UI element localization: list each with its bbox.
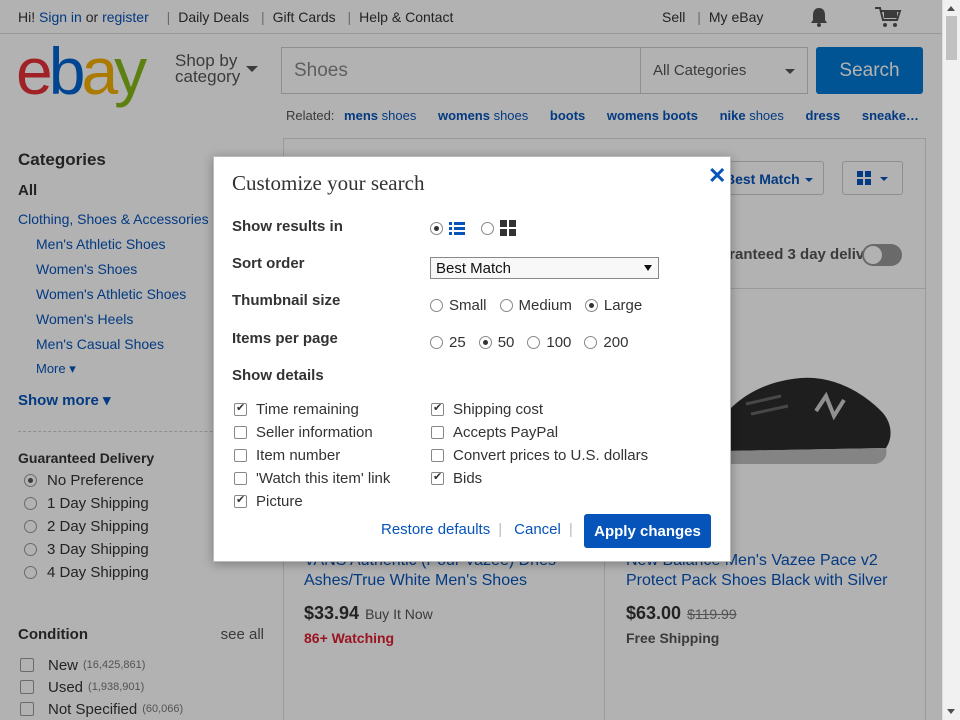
detail-option[interactable]: Item number [234, 447, 340, 464]
sort-order-label: Sort order [232, 255, 305, 272]
thumbnail-size-label: Thumbnail size [232, 292, 341, 309]
thumbnail-small-radio[interactable] [430, 299, 443, 312]
checkbox[interactable] [234, 426, 247, 439]
grid-view-icon [500, 220, 517, 237]
dialog-title: Customize your search [232, 171, 425, 195]
show-results-label: Show results in [232, 218, 343, 235]
show-details-label: Show details [232, 367, 324, 384]
per-page-50-radio[interactable] [478, 336, 492, 349]
sort-order-select[interactable]: Best Match [430, 257, 659, 279]
checkbox[interactable] [234, 472, 247, 485]
detail-option[interactable]: Picture [234, 493, 303, 510]
cancel-link[interactable]: Cancel [514, 521, 561, 538]
scroll-up-icon[interactable] [947, 6, 955, 11]
detail-option[interactable]: Time remaining [234, 401, 359, 418]
page-scrollbar[interactable] [942, 0, 960, 720]
checkbox[interactable] [234, 493, 247, 508]
restore-defaults-link[interactable]: Restore defaults [381, 521, 490, 538]
apply-changes-button[interactable]: Apply changes [584, 514, 711, 548]
thumbnail-medium-radio[interactable] [499, 299, 513, 312]
detail-option[interactable]: Bids [431, 470, 482, 487]
checkbox[interactable] [431, 426, 444, 439]
items-per-page-label: Items per page [232, 330, 338, 347]
grid-view-radio[interactable] [481, 222, 494, 235]
divider: | [498, 521, 503, 538]
checkbox[interactable] [431, 470, 444, 485]
scrollbar-thumb[interactable] [946, 16, 957, 60]
scroll-down-icon[interactable] [947, 709, 955, 714]
detail-option[interactable]: Seller information [234, 424, 373, 441]
detail-option[interactable]: 'Watch this item' link [234, 470, 390, 487]
detail-option[interactable]: Accepts PayPal [431, 424, 558, 441]
checkbox[interactable] [431, 449, 444, 462]
checkbox[interactable] [234, 449, 247, 462]
thumbnail-large-radio[interactable] [584, 299, 598, 312]
list-view-icon [449, 221, 465, 236]
detail-option[interactable]: Shipping cost [431, 401, 543, 418]
list-view-radio[interactable] [430, 222, 443, 235]
customize-search-dialog: Customize your search ✕ Show results in … [213, 156, 731, 562]
divider: | [568, 521, 573, 538]
detail-option[interactable]: Convert prices to U.S. dollars [431, 447, 648, 464]
checkbox[interactable] [234, 401, 247, 416]
close-icon[interactable]: ✕ [708, 165, 726, 187]
checkbox[interactable] [431, 401, 444, 416]
per-page-25-radio[interactable] [430, 336, 443, 349]
per-page-100-radio[interactable] [527, 336, 541, 349]
chevron-down-icon [644, 265, 652, 271]
per-page-200-radio[interactable] [584, 336, 598, 349]
